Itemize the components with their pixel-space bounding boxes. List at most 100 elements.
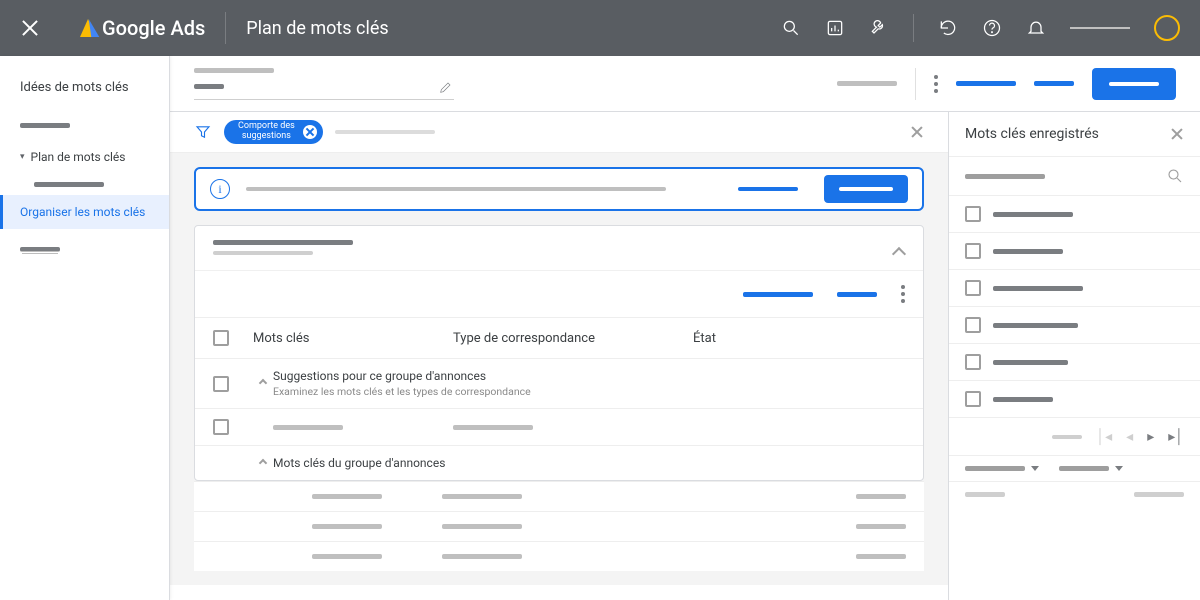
reports-icon[interactable] bbox=[825, 18, 845, 38]
row-checkbox[interactable] bbox=[213, 419, 229, 435]
info-text-placeholder bbox=[246, 187, 666, 191]
search-icon[interactable] bbox=[1166, 167, 1184, 185]
plan-field-value-placeholder bbox=[194, 84, 224, 89]
table-row[interactable] bbox=[195, 408, 923, 445]
search-placeholder-line bbox=[965, 174, 1045, 179]
pager-info-placeholder bbox=[1052, 435, 1082, 439]
search-icon[interactable] bbox=[781, 18, 801, 38]
dropdown[interactable] bbox=[965, 466, 1039, 471]
panel-header: Mots clés enregistrés bbox=[949, 112, 1200, 157]
chevron-up-icon[interactable] bbox=[259, 459, 267, 467]
chip-label: Comporte des suggestions bbox=[238, 122, 295, 142]
panel-search bbox=[949, 157, 1200, 196]
filter-hint-placeholder bbox=[335, 130, 435, 134]
header-divider bbox=[225, 12, 226, 44]
filter-chip-suggestions[interactable]: Comporte des suggestions bbox=[224, 120, 323, 144]
data-rows bbox=[194, 481, 924, 571]
close-icon[interactable] bbox=[20, 18, 40, 38]
info-primary-button[interactable] bbox=[824, 175, 908, 203]
cell-placeholder bbox=[453, 425, 533, 430]
card-link-placeholder[interactable] bbox=[743, 292, 813, 297]
card-actions bbox=[195, 270, 923, 317]
list-item[interactable] bbox=[949, 344, 1200, 381]
row-checkbox[interactable] bbox=[965, 280, 981, 296]
sidebar-item-placeholder[interactable] bbox=[20, 123, 70, 128]
item-label-placeholder bbox=[993, 323, 1078, 328]
row-checkbox[interactable] bbox=[965, 354, 981, 370]
ad-group-card: Mots clés Type de correspondance État Su… bbox=[194, 225, 924, 481]
list-item[interactable] bbox=[949, 270, 1200, 307]
first-page-icon[interactable]: │◂ bbox=[1096, 428, 1112, 445]
cell-placeholder bbox=[442, 494, 522, 499]
sidebar-subitem-placeholder[interactable] bbox=[34, 182, 104, 187]
table-header: Mots clés Type de correspondance État bbox=[195, 317, 923, 358]
info-link-placeholder[interactable] bbox=[738, 187, 798, 191]
list-item[interactable] bbox=[949, 196, 1200, 233]
avatar[interactable] bbox=[1154, 15, 1180, 41]
table-row bbox=[194, 511, 924, 541]
toolbar-link-placeholder[interactable] bbox=[956, 81, 1016, 86]
filter-icon[interactable] bbox=[194, 123, 212, 141]
next-page-icon[interactable]: ▸ bbox=[1147, 429, 1154, 445]
row-checkbox[interactable] bbox=[965, 317, 981, 333]
close-icon[interactable] bbox=[910, 125, 924, 139]
refresh-icon[interactable] bbox=[938, 18, 958, 38]
edit-icon[interactable] bbox=[438, 79, 454, 95]
list-item[interactable] bbox=[949, 381, 1200, 418]
account-label-placeholder bbox=[1070, 27, 1130, 29]
prev-page-icon[interactable]: ◂ bbox=[1126, 429, 1133, 445]
sidebar-item-label: Organiser les mots clés bbox=[20, 205, 145, 219]
list-item[interactable] bbox=[949, 233, 1200, 270]
toolbar-primary-button[interactable] bbox=[1092, 68, 1176, 100]
chevron-up-icon[interactable] bbox=[891, 244, 905, 258]
info-banner: i bbox=[194, 167, 924, 211]
tools-icon[interactable] bbox=[869, 18, 889, 38]
notifications-icon[interactable] bbox=[1026, 18, 1046, 38]
suggestions-title: Suggestions pour ce groupe d'annonces Ex… bbox=[273, 369, 905, 398]
item-label-placeholder bbox=[993, 212, 1073, 217]
toolbar-right bbox=[837, 68, 1176, 100]
last-page-icon[interactable]: ▸│ bbox=[1168, 428, 1184, 445]
chevron-down-icon bbox=[1031, 466, 1039, 471]
cell-placeholder bbox=[442, 524, 522, 529]
content-wrap: Comporte des suggestions i bbox=[170, 112, 1200, 600]
row-checkbox[interactable] bbox=[965, 243, 981, 259]
row-checkbox[interactable] bbox=[965, 391, 981, 407]
chevron-up-icon[interactable] bbox=[259, 379, 267, 387]
column-match-type[interactable]: Type de correspondance bbox=[453, 331, 693, 346]
column-keywords[interactable]: Mots clés bbox=[253, 331, 453, 346]
group-keywords-section-row[interactable]: Mots clés du groupe d'annonces bbox=[195, 445, 923, 480]
table-row bbox=[194, 481, 924, 511]
cell-placeholder bbox=[312, 494, 382, 499]
suggestions-section-row[interactable]: Suggestions pour ce groupe d'annonces Ex… bbox=[195, 358, 923, 408]
app-header: Google Ads Plan de mots clés bbox=[0, 0, 1200, 56]
more-icon[interactable] bbox=[901, 285, 905, 303]
section-title: Suggestions pour ce groupe d'annonces bbox=[273, 369, 905, 383]
sidebar-item-organize[interactable]: Organiser les mots clés bbox=[0, 195, 169, 229]
column-state[interactable]: État bbox=[693, 331, 813, 346]
section-subtitle: Examinez les mots clés et les types de c… bbox=[273, 385, 905, 398]
pager: │◂ ◂ ▸ ▸│ bbox=[949, 418, 1200, 456]
row-checkbox[interactable] bbox=[213, 376, 229, 392]
sidebar: Idées de mots clés Plan de mots clés Org… bbox=[0, 56, 170, 600]
card-link-placeholder[interactable] bbox=[837, 292, 877, 297]
list-item[interactable] bbox=[949, 307, 1200, 344]
toolbar-link-placeholder[interactable] bbox=[1034, 81, 1074, 86]
select-all-checkbox[interactable] bbox=[213, 330, 229, 346]
cell-placeholder bbox=[856, 554, 906, 559]
card-subtitle-placeholder bbox=[213, 251, 313, 255]
chip-remove-icon[interactable] bbox=[303, 125, 317, 139]
toolbar bbox=[170, 56, 1200, 112]
close-icon[interactable] bbox=[1170, 127, 1184, 141]
plan-name-placeholder bbox=[194, 68, 274, 73]
product-logo[interactable]: Google Ads bbox=[80, 16, 205, 40]
sidebar-item-plan[interactable]: Plan de mots clés bbox=[0, 140, 169, 174]
toolbar-text-placeholder bbox=[837, 81, 897, 86]
help-icon[interactable] bbox=[982, 18, 1002, 38]
card-header[interactable] bbox=[195, 226, 923, 270]
row-checkbox[interactable] bbox=[965, 206, 981, 222]
dropdown[interactable] bbox=[1059, 466, 1123, 471]
more-icon[interactable] bbox=[934, 75, 938, 93]
sidebar-item-placeholder[interactable] bbox=[20, 247, 60, 252]
sidebar-item-label: Plan de mots clés bbox=[31, 150, 126, 164]
